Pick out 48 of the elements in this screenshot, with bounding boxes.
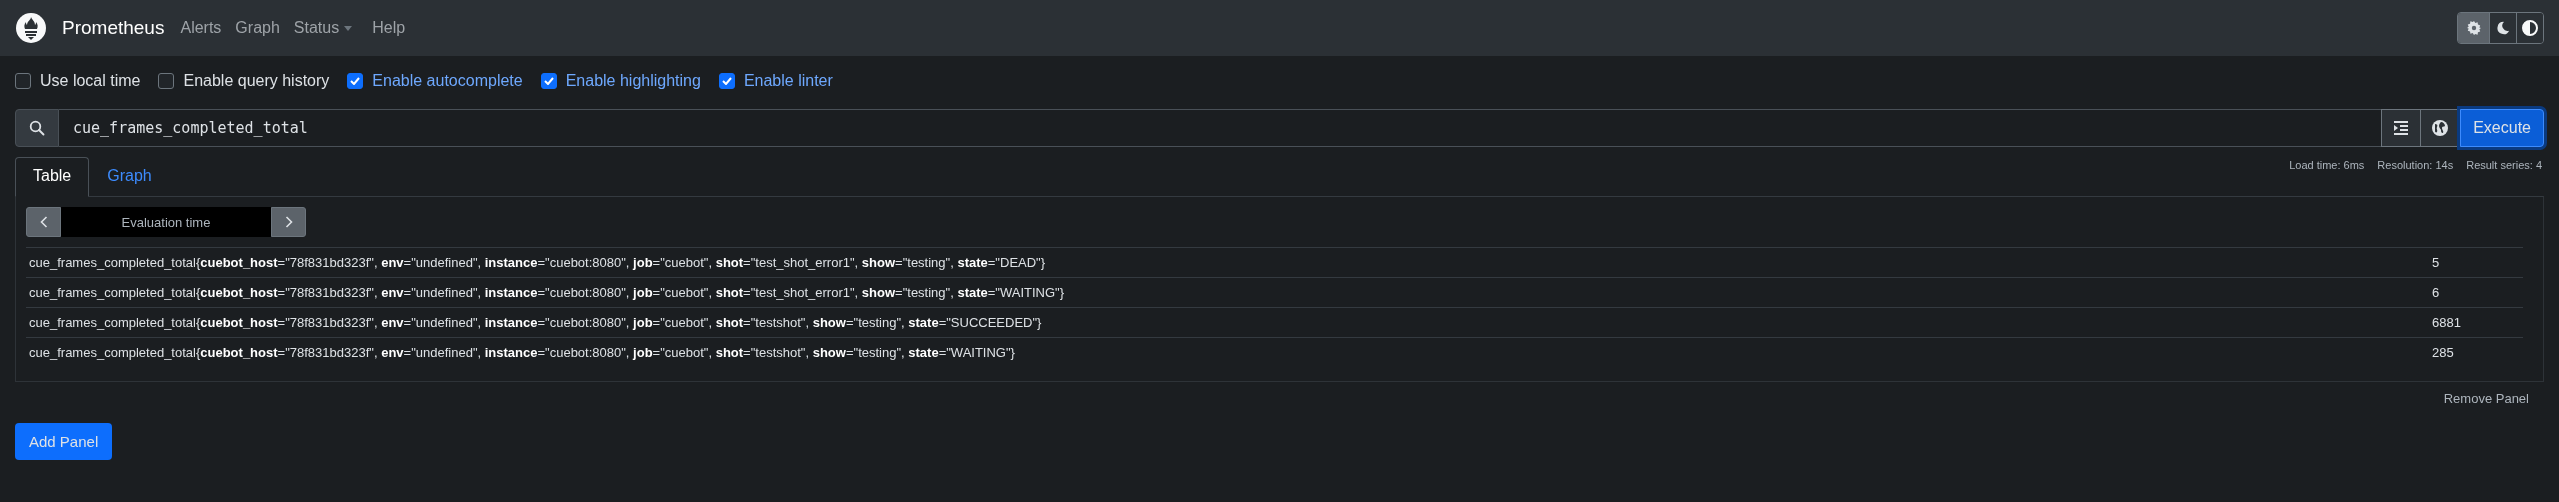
option-label[interactable]: Enable highlighting (565, 72, 701, 90)
stat-text: Result series: 4 (2466, 159, 2542, 171)
nav-dropdown[interactable]: Status (293, 19, 359, 37)
flame-logo-icon (16, 13, 46, 43)
chevron-left-icon (39, 216, 48, 228)
checkbox[interactable] (15, 73, 31, 89)
metric-cell: cue_frames_completed_total{cuebot_host="78f831bd323f", env="undefined", instance="cuebot:8080", job="cuebot", shot="test_shot_error1", show="testing", state="WAITING"} (26, 277, 2429, 308)
option-label[interactable]: Enable linter (743, 72, 833, 90)
metric-cell: cue_frames_completed_total{cuebot_host="78f831bd323f", env="undefined", instance="cuebot:8080", job="cuebot", shot="testshot", show="testing", state="SUCCEEDED"} (26, 307, 2429, 338)
nav-link[interactable]: Graph (235, 19, 280, 37)
value-cell: 5 (2429, 247, 2523, 278)
globe-icon (2431, 119, 2450, 137)
remove-panel-link[interactable]: Remove Panel (2443, 391, 2529, 406)
option-label[interactable]: Enable query history (183, 72, 330, 90)
stat-text: Resolution: 14s (2377, 159, 2454, 171)
metric-cell: cue_frames_completed_total{cuebot_host="78f831bd323f", env="undefined", instance="cuebot:8080", job="cuebot", shot="testshot", show="testing", state="WAITING"} (26, 337, 2429, 367)
option-label[interactable]: Enable autocomplete (372, 72, 523, 90)
tab[interactable]: Graph (89, 157, 170, 197)
nav-link[interactable]: Help (372, 19, 406, 37)
theme-contrast-button[interactable] (2516, 13, 2543, 43)
value-cell: 6 (2429, 277, 2523, 308)
contrast-icon (2522, 20, 2538, 36)
nav-link[interactable]: Alerts (180, 19, 222, 37)
option-label[interactable]: Use local time (40, 72, 141, 90)
checkbox[interactable] (540, 73, 557, 89)
evaluation-time-field[interactable]: Evaluation time (61, 207, 271, 237)
caret-icon (344, 25, 353, 31)
theme-settings-button[interactable] (2458, 13, 2489, 43)
chevron-right-icon (284, 216, 293, 228)
value-cell: 6881 (2429, 307, 2523, 338)
moon-icon (2496, 21, 2510, 35)
check-icon (543, 77, 554, 85)
search-icon (15, 109, 59, 147)
value-cell: 285 (2429, 337, 2523, 367)
checkbox[interactable] (347, 73, 364, 89)
check-icon (350, 77, 361, 85)
gear-icon (2466, 21, 2481, 35)
query-field[interactable]: cue_frames_completed_total (59, 109, 2383, 147)
stat-text: Load time: 6ms (2289, 159, 2365, 171)
metric-cell: cue_frames_completed_total{cuebot_host="78f831bd323f", env="undefined", instance="cuebot:8080", job="cuebot", shot="test_shot_error1", show="testing", state="DEAD"} (26, 247, 2429, 278)
metrics-explorer-button[interactable] (2381, 109, 2422, 147)
checkbox[interactable] (158, 73, 175, 89)
tab[interactable]: Table (15, 157, 90, 197)
brand-link[interactable]: Prometheus (62, 17, 165, 39)
check-icon (721, 77, 732, 85)
list-indent-icon (2393, 121, 2410, 135)
execute-button[interactable]: Execute (2460, 109, 2544, 147)
checkbox[interactable] (718, 73, 735, 89)
